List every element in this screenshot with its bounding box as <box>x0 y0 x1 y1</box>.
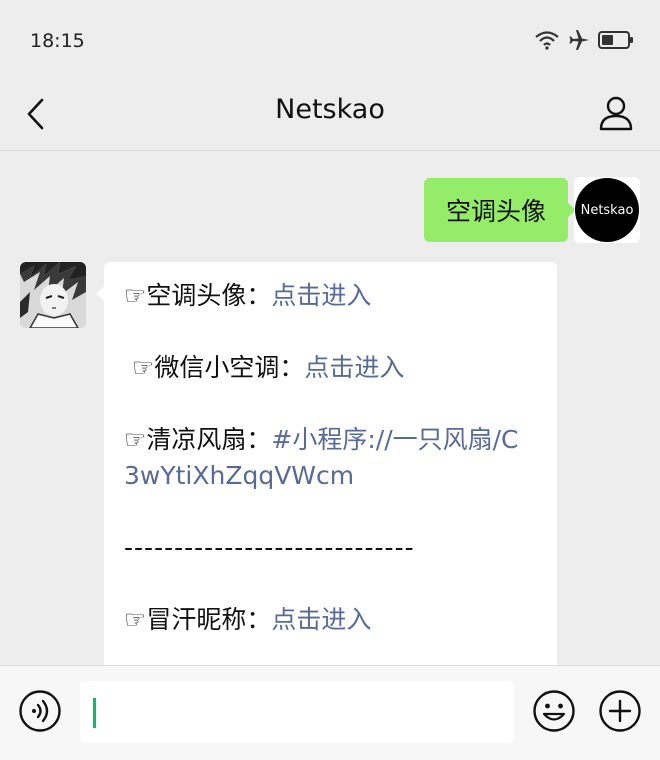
voice-icon[interactable] <box>18 689 62 733</box>
profile-icon[interactable] <box>598 94 634 132</box>
separator-line: ----------------------------- <box>124 533 415 562</box>
message-line: ☞清凉风扇：#小程序://一只风扇/C3wYtiXhZqqVWcm <box>124 425 519 490</box>
text-caret <box>93 698 96 728</box>
chat-title: Netskao <box>275 94 385 125</box>
plus-icon[interactable] <box>598 689 642 733</box>
input-bar <box>0 665 660 760</box>
battery-icon <box>598 31 633 49</box>
nav-bar: Netskao <box>0 80 660 150</box>
bubble-tail <box>96 286 105 302</box>
enter-link[interactable]: 点击进入 <box>304 353 404 382</box>
enter-link[interactable]: 点击进入 <box>271 281 371 310</box>
contact-avatar[interactable] <box>20 262 86 328</box>
status-bar: 18:15 <box>0 0 660 80</box>
anime-character-image <box>20 262 86 328</box>
self-avatar-logo: Netskao <box>575 178 639 242</box>
message-line: ☞微信小空调：点击进入 <box>124 353 405 382</box>
message-line: ☞空调头像：点击进入 <box>124 281 372 310</box>
outgoing-message-text: 空调头像 <box>445 197 546 226</box>
message-line: ☞冒汗昵称：点击进入 <box>124 605 372 634</box>
incoming-message-bubble[interactable]: ☞空调头像：点击进入 ☞微信小空调：点击进入 ☞清凉风扇：#小程序://一只风扇… <box>96 262 557 702</box>
nav-divider <box>0 150 660 151</box>
emoji-icon[interactable] <box>532 689 576 733</box>
self-avatar[interactable]: Netskao <box>574 177 640 243</box>
outgoing-message-bubble[interactable]: 空调头像 <box>423 178 576 242</box>
status-time: 18:15 <box>30 30 85 52</box>
incoming-message-content: ☞空调头像：点击进入 ☞微信小空调：点击进入 ☞清凉风扇：#小程序://一只风扇… <box>124 278 534 638</box>
status-icons <box>534 29 634 51</box>
enter-link[interactable]: 点击进入 <box>271 605 371 634</box>
wifi-icon <box>535 31 559 50</box>
message-input[interactable] <box>80 681 514 743</box>
airplane-icon <box>569 30 589 50</box>
